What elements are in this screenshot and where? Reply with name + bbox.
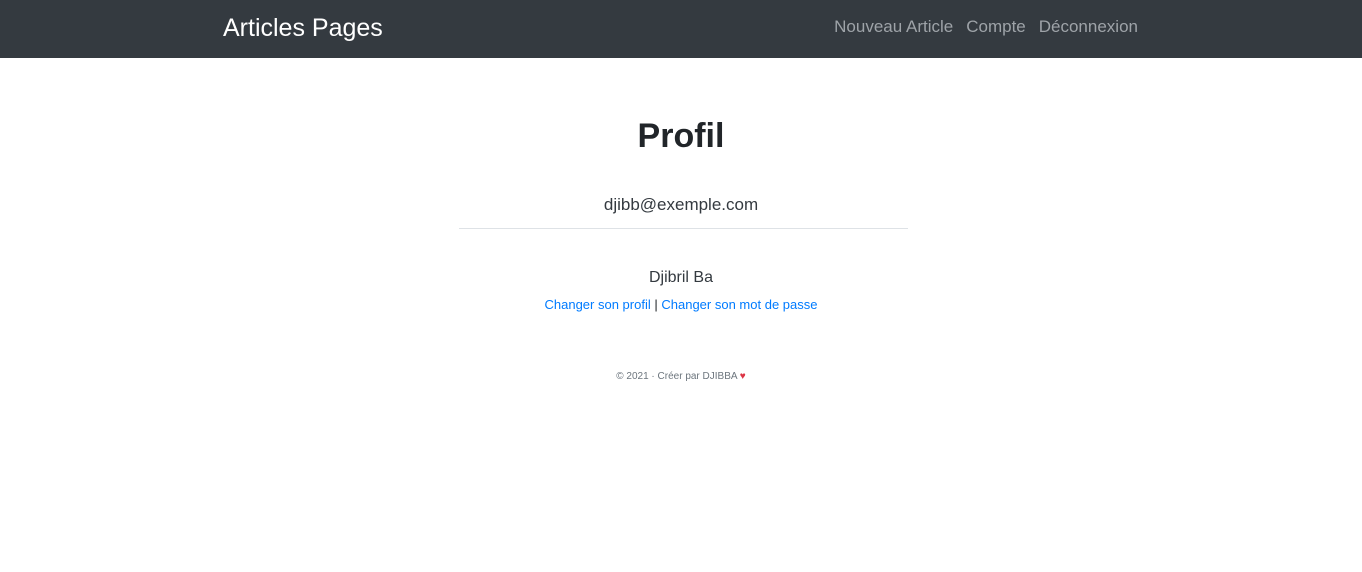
- navbar: Articles Pages Nouveau Article Compte Dé…: [0, 0, 1362, 58]
- footer-text: © 2021 · Créer par DJIBBA: [616, 371, 738, 382]
- brand-link[interactable]: Articles Pages: [223, 12, 383, 44]
- heart-icon: ♥: [739, 371, 746, 382]
- profile-email: djibb@exemple.com: [603, 195, 759, 214]
- page-title: Profil: [637, 117, 725, 155]
- footer: © 2021 · Créer par DJIBBA ♥: [0, 370, 1362, 384]
- nav-links: Nouveau Article Compte Déconnexion: [834, 16, 1138, 38]
- links-separator: |: [654, 297, 658, 312]
- profile-name: Djibril Ba: [648, 269, 713, 286]
- nav-account-link[interactable]: Compte: [966, 16, 1026, 38]
- divider: [459, 228, 908, 229]
- change-password-link[interactable]: Changer son mot de passe: [661, 297, 817, 312]
- profile-actions: Changer son profil | Changer son mot de …: [0, 296, 1362, 313]
- nav-new-article-link[interactable]: Nouveau Article: [834, 16, 953, 38]
- change-profile-link[interactable]: Changer son profil: [545, 297, 651, 312]
- nav-logout-link[interactable]: Déconnexion: [1039, 16, 1138, 38]
